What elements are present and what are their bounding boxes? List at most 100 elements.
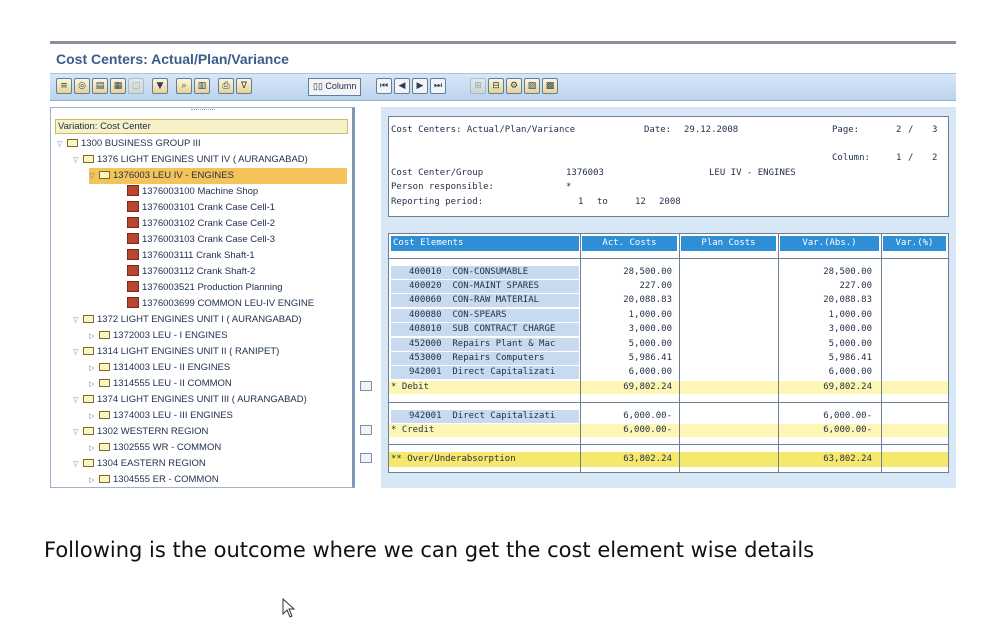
tree-node-1302555[interactable]: ▷ 1302555 WR - COMMON bbox=[89, 440, 221, 456]
col-header-act-costs[interactable]: Act. Costs bbox=[582, 236, 677, 251]
tree-node-1376003-selected[interactable]: ▽ 1376003 LEU IV - ENGINES bbox=[89, 168, 347, 184]
tree-node-1304555[interactable]: ▷ 1304555 ER - COMMON bbox=[89, 472, 219, 487]
expand-icon[interactable]: ▷ bbox=[89, 377, 99, 393]
tree-node-1300[interactable]: ▽ 1300 BUSINESS GROUP III bbox=[57, 136, 201, 152]
var-abs-cell[interactable]: 1,000.00 bbox=[780, 309, 872, 322]
tree-node-1314003[interactable]: ▷ 1314003 LEU - II ENGINES bbox=[89, 360, 230, 376]
collapse-icon[interactable]: ▽ bbox=[73, 313, 83, 329]
tree-node-1374[interactable]: ▽ 1374 LIGHT ENGINES UNIT III ( AURANGABA… bbox=[73, 392, 307, 408]
tree-node-1372003[interactable]: ▷ 1372003 LEU - I ENGINES bbox=[89, 328, 228, 344]
tree-leaf-1376003101[interactable]: 1376003101 Crank Case Cell-1 bbox=[127, 200, 275, 216]
var-abs-cell[interactable]: 5,986.41 bbox=[780, 352, 872, 365]
var-abs-cell[interactable]: 6,000.00 bbox=[780, 366, 872, 379]
layout-icon[interactable]: ▤ bbox=[92, 78, 108, 94]
tree-node-1302[interactable]: ▽ 1302 WESTERN REGION bbox=[73, 424, 208, 440]
col-header-var-abs[interactable]: Var.(Abs.) bbox=[780, 236, 879, 251]
act-cost-cell[interactable]: 1,000.00 bbox=[582, 309, 672, 322]
debit-detail-icon[interactable] bbox=[360, 381, 372, 391]
collapse-icon[interactable]: ▽ bbox=[73, 457, 83, 473]
collapse-icon[interactable]: ▽ bbox=[57, 137, 67, 153]
first-page-icon[interactable]: ⏮ bbox=[376, 78, 392, 94]
cost-element-code: 408010 bbox=[409, 324, 442, 334]
var-abs-cell[interactable]: 28,500.00 bbox=[780, 266, 872, 279]
collapse-icon[interactable]: ▽ bbox=[73, 345, 83, 361]
over-under-label: ** Over/Underabsorption bbox=[391, 454, 516, 464]
credit-var-total[interactable]: 6,000.00- bbox=[780, 424, 872, 437]
act-cost-cell[interactable]: 227.00 bbox=[582, 280, 672, 293]
next-page-icon[interactable]: ▶ bbox=[412, 78, 428, 94]
var-abs-cell[interactable]: 5,000.00 bbox=[780, 338, 872, 351]
table-row[interactable]: 942001 Direct Capitalizati bbox=[391, 410, 579, 423]
expand-icon[interactable]: ▷ bbox=[89, 409, 99, 425]
settings-icon[interactable]: ⚙ bbox=[506, 78, 522, 94]
expand-icon[interactable]: ⊞ bbox=[470, 78, 486, 94]
debit-act-total[interactable]: 69,802.24 bbox=[582, 381, 672, 394]
collapse-icon[interactable]: ▽ bbox=[73, 393, 83, 409]
expand-icon[interactable]: ▷ bbox=[89, 329, 99, 345]
grid-icon[interactable]: ▥ bbox=[194, 78, 210, 94]
table-row[interactable]: 400020 CON-MAINT SPARES bbox=[391, 280, 579, 293]
list-icon[interactable]: ▢ bbox=[128, 78, 144, 94]
var-abs-cell[interactable]: 6,000.00- bbox=[780, 410, 872, 423]
act-cost-cell[interactable]: 20,088.83 bbox=[582, 294, 672, 307]
find-icon[interactable]: ◎ bbox=[74, 78, 90, 94]
splitter-grip[interactable] bbox=[191, 109, 215, 113]
table-row[interactable]: 400060 CON-RAW MATERIAL bbox=[391, 294, 579, 307]
credit-detail-icon[interactable] bbox=[360, 425, 372, 435]
tree-node-1314[interactable]: ▽ 1314 LIGHT ENGINES UNIT II ( RANIPET) bbox=[73, 344, 279, 360]
graphic-icon[interactable]: ▩ bbox=[542, 78, 558, 94]
table-row[interactable]: 452000 Repairs Plant & Mac bbox=[391, 338, 579, 351]
act-cost-cell[interactable]: 5,986.41 bbox=[582, 352, 672, 365]
tree-node-1304[interactable]: ▽ 1304 EASTERN REGION bbox=[73, 456, 206, 472]
export-icon[interactable]: ▦ bbox=[110, 78, 126, 94]
filter-icon[interactable]: ∇ bbox=[236, 78, 252, 94]
tree-leaf-1376003521[interactable]: 1376003521 Production Planning bbox=[127, 280, 283, 296]
tree-node-1372[interactable]: ▽ 1372 LIGHT ENGINES UNIT I ( AURANGABAD) bbox=[73, 312, 301, 328]
table-row[interactable]: 400010 CON-CONSUMABLE bbox=[391, 266, 579, 279]
tree-icon[interactable]: ⊟ bbox=[488, 78, 504, 94]
over-under-var[interactable]: 63,802.24 bbox=[780, 453, 872, 466]
tree-leaf-1376003112[interactable]: 1376003112 Crank Shaft-2 bbox=[127, 264, 255, 280]
act-cost-cell[interactable]: 3,000.00 bbox=[582, 323, 672, 336]
print-icon[interactable]: ⎙ bbox=[218, 78, 234, 94]
table-row[interactable]: 453000 Repairs Computers bbox=[391, 352, 579, 365]
credit-act-total[interactable]: 6,000.00- bbox=[582, 424, 672, 437]
hierarchy-icon[interactable]: ≡ bbox=[56, 78, 72, 94]
previous-page-icon[interactable]: ◀ bbox=[394, 78, 410, 94]
col-header-plan-costs[interactable]: Plan Costs bbox=[681, 236, 776, 251]
act-cost-cell[interactable]: 28,500.00 bbox=[582, 266, 672, 279]
debit-var-total[interactable]: 69,802.24 bbox=[780, 381, 872, 394]
tree-leaf-1376003102[interactable]: 1376003102 Crank Case Cell-2 bbox=[127, 216, 275, 232]
chart-icon[interactable]: ▨ bbox=[524, 78, 540, 94]
act-cost-cell[interactable]: 6,000.00- bbox=[582, 410, 672, 423]
table-row[interactable]: 400080 CON-SPEARS bbox=[391, 309, 579, 322]
tree-leaf-1376003699[interactable]: 1376003699 COMMON LEU-IV ENGINE bbox=[127, 296, 314, 312]
tree-leaf-1376003100[interactable]: 1376003100 Machine Shop bbox=[127, 184, 258, 200]
tree-leaf-1376003103[interactable]: 1376003103 Crank Case Cell-3 bbox=[127, 232, 275, 248]
tree-node-1374003[interactable]: ▷ 1374003 LEU - III ENGINES bbox=[89, 408, 233, 424]
col-header-cost-elements[interactable]: Cost Elements bbox=[391, 236, 579, 251]
tree-leaf-1376003111[interactable]: 1376003111 Crank Shaft-1 bbox=[127, 248, 255, 264]
col-header-var-pct[interactable]: Var.(%) bbox=[883, 236, 946, 251]
tree-node-1314555[interactable]: ▷ 1314555 LEU - II COMMON bbox=[89, 376, 232, 392]
expand-icon[interactable]: ▷ bbox=[89, 441, 99, 457]
search-icon[interactable]: ⌕ bbox=[176, 78, 192, 94]
var-abs-cell[interactable]: 227.00 bbox=[780, 280, 872, 293]
collapse-icon[interactable]: ▽ bbox=[73, 425, 83, 441]
delete-icon[interactable]: ▼ bbox=[152, 78, 168, 94]
column-button[interactable]: ▯▯ Column bbox=[308, 78, 362, 96]
last-page-icon[interactable]: ⏭ bbox=[430, 78, 446, 94]
act-cost-cell[interactable]: 5,000.00 bbox=[582, 338, 672, 351]
collapse-icon[interactable]: ▽ bbox=[89, 169, 99, 185]
var-abs-cell[interactable]: 3,000.00 bbox=[780, 323, 872, 336]
var-abs-cell[interactable]: 20,088.83 bbox=[780, 294, 872, 307]
over-under-act[interactable]: 63,802.24 bbox=[582, 453, 672, 466]
over-detail-icon[interactable] bbox=[360, 453, 372, 463]
expand-icon[interactable]: ▷ bbox=[89, 473, 99, 487]
act-cost-cell[interactable]: 6,000.00 bbox=[582, 366, 672, 379]
tree-node-1376[interactable]: ▽ 1376 LIGHT ENGINES UNIT IV ( AURANGABAD… bbox=[73, 152, 308, 168]
expand-icon[interactable]: ▷ bbox=[89, 361, 99, 377]
collapse-icon[interactable]: ▽ bbox=[73, 153, 83, 169]
table-row[interactable]: 408010 SUB CONTRACT CHARGE bbox=[391, 323, 579, 336]
table-row[interactable]: 942001 Direct Capitalizati bbox=[391, 366, 579, 379]
